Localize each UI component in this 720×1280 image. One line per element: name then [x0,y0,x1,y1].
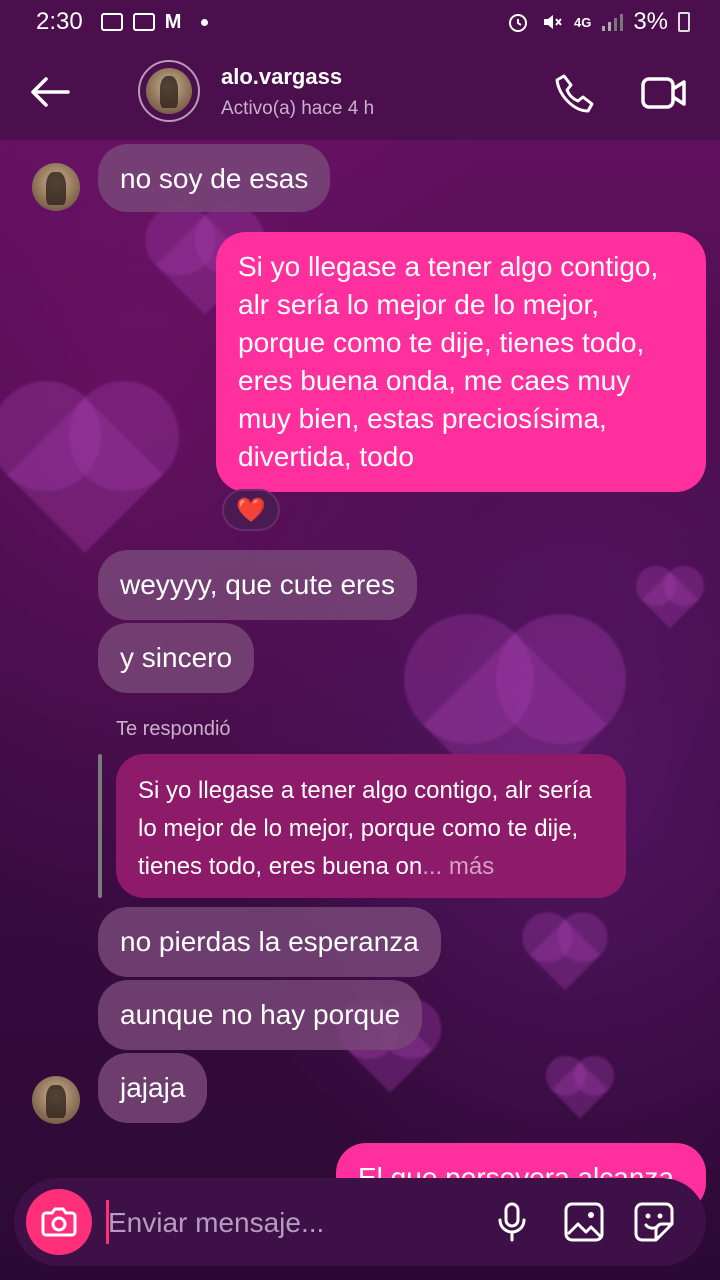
incoming-message[interactable]: y sincero [98,623,255,693]
chat-header: alo.vargass Activo(a) hace 4 h [0,44,720,140]
battery-percent: 3% [633,8,668,35]
sender-avatar[interactable] [32,1076,80,1124]
network-type: 4G [573,14,592,30]
incoming-message[interactable]: no pierdas la esperanza [98,907,441,977]
camera-button[interactable] [26,1189,92,1255]
incoming-message[interactable]: jajaja [98,1053,208,1123]
gallery-icon[interactable] [562,1200,606,1244]
more-notifications-icon [201,18,209,26]
quoted-message[interactable]: Si yo llegase a tener algo contigo, alr … [116,754,626,898]
heart-reaction-icon[interactable]: ❤️ [222,489,280,531]
gallery-notification-icon [100,13,123,31]
reply-quote-bar [98,754,102,898]
status-bar: 2:30 M 4G 3% [0,0,720,44]
back-arrow-icon[interactable] [28,74,72,110]
reply-label: Te respondió [116,718,231,740]
battery-icon [678,12,690,32]
signal-icon [602,14,624,31]
microphone-icon[interactable] [490,1200,534,1244]
status-time: 2:30 [36,8,83,35]
avatar-image [146,68,192,114]
phone-call-icon[interactable] [554,72,598,116]
camera-icon [41,1207,77,1237]
message-composer [14,1178,706,1266]
sender-avatar[interactable] [32,163,80,211]
contact-activity-status: Activo(a) hace 4 h [221,98,375,119]
contact-username[interactable]: alo.vargass [221,64,342,90]
alarm-icon [508,14,527,32]
quote-more-link[interactable]: más [449,853,494,880]
message-input[interactable] [108,1202,468,1244]
group-notification-icon [132,13,155,31]
sticker-icon[interactable] [632,1200,676,1244]
quoted-text: Si yo llegase a tener algo contigo, alr … [138,777,592,880]
incoming-message[interactable]: aunque no hay porque [98,980,423,1050]
incoming-message[interactable]: weyyyy, que cute eres [98,550,417,620]
video-call-icon[interactable] [640,74,688,112]
outgoing-message[interactable]: Si yo llegase a tener algo contigo, alr … [216,232,706,492]
mute-icon [543,15,562,29]
incoming-message[interactable]: no soy de esas [98,144,331,212]
gmail-notification-icon: M [164,10,182,33]
profile-avatar[interactable] [138,60,200,122]
quote-ellipsis: ... [422,853,443,880]
